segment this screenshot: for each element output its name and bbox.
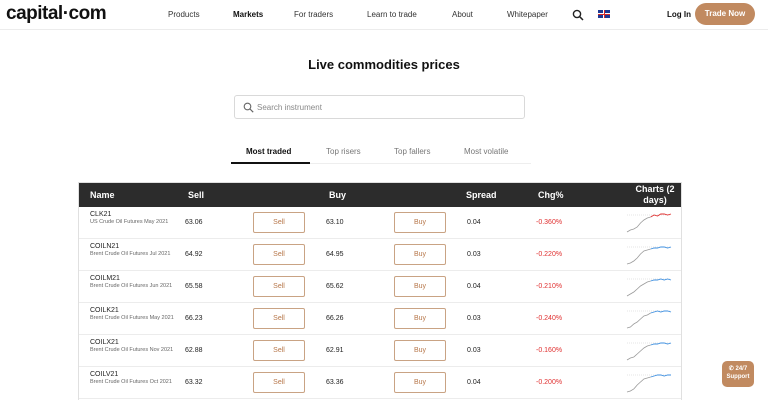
header-name[interactable]: Name — [90, 190, 115, 200]
search-box[interactable] — [234, 95, 525, 119]
top-navbar: capital·com Products Markets For traders… — [0, 0, 768, 30]
sell-price: 66.23 — [185, 315, 203, 322]
sparkline-chart — [626, 213, 672, 233]
table-row[interactable]: COILN21 Brent Crude Oil Futures Jul 2021 6… — [79, 239, 681, 271]
nav-learn-to-trade[interactable]: Learn to trade — [367, 10, 417, 19]
search-icon[interactable] — [572, 9, 584, 21]
instrument-symbol[interactable]: COILK21 — [90, 307, 119, 314]
instrument-symbol[interactable]: COILX21 — [90, 339, 119, 346]
buy-button[interactable]: Buy — [394, 212, 446, 233]
nav-products[interactable]: Products — [168, 10, 200, 19]
sell-price: 62.88 — [185, 347, 203, 354]
tab-top-fallers[interactable]: Top fallers — [394, 147, 430, 156]
change-percent: -0.220% — [536, 251, 563, 258]
buy-price: 64.95 — [326, 251, 344, 258]
buy-button[interactable]: Buy — [394, 372, 446, 393]
instrument-name: US Crude Oil Futures May 2021 — [90, 219, 169, 225]
uk-flag-icon[interactable] — [598, 10, 610, 18]
change-percent: -0.210% — [536, 283, 563, 290]
support-label: Support — [726, 374, 750, 380]
change-percent: -0.360% — [536, 219, 563, 226]
instrument-name: Brent Crude Oil Futures May 2021 — [90, 315, 174, 321]
instrument-symbol[interactable]: CLK21 — [90, 211, 111, 218]
search-input[interactable] — [257, 99, 517, 115]
sparkline-chart — [626, 278, 672, 297]
nav-for-traders[interactable]: For traders — [294, 10, 333, 19]
header-chg[interactable]: Chg% — [538, 190, 564, 200]
sparkline-chart — [626, 310, 672, 329]
header-buy[interactable]: Buy — [329, 190, 346, 200]
instrument-name: Brent Crude Oil Futures Jun 2021 — [90, 283, 173, 289]
table-row[interactable]: CLK21 US Crude Oil Futures May 2021 63.06 S… — [79, 207, 681, 239]
sell-button[interactable]: Sell — [253, 276, 305, 297]
sell-button[interactable]: Sell — [253, 372, 305, 393]
nav-about[interactable]: About — [452, 10, 473, 19]
nav-markets[interactable]: Markets — [233, 10, 263, 19]
instrument-name: Brent Crude Oil Futures Jul 2021 — [90, 251, 171, 257]
buy-price: 62.91 — [326, 347, 344, 354]
table-header: Name Sell Buy Spread Chg% Charts (2 days… — [79, 183, 681, 207]
sell-button[interactable]: Sell — [253, 212, 305, 233]
sell-button[interactable]: Sell — [253, 244, 305, 265]
sell-price: 64.92 — [185, 251, 203, 258]
sell-price: 63.06 — [185, 219, 203, 226]
table-row[interactable]: COILM21 Brent Crude Oil Futures Jun 2021 6… — [79, 271, 681, 303]
login-link[interactable]: Log In — [667, 10, 691, 19]
spread-value: 0.04 — [467, 283, 481, 290]
instrument-symbol[interactable]: COILN21 — [90, 243, 119, 250]
buy-button[interactable]: Buy — [394, 244, 446, 265]
buy-price: 63.10 — [326, 219, 344, 226]
buy-button[interactable]: Buy — [394, 276, 446, 297]
sell-price: 63.32 — [185, 379, 203, 386]
change-percent: -0.200% — [536, 379, 563, 386]
tab-most-volatile[interactable]: Most volatile — [464, 147, 508, 156]
sparkline-chart — [626, 246, 672, 265]
spread-value: 0.03 — [467, 251, 481, 258]
page-title: Live commodities prices — [308, 57, 460, 72]
instrument-name: Brent Crude Oil Futures Oct 2021 — [90, 379, 172, 385]
buy-price: 66.26 — [326, 315, 344, 322]
buy-button[interactable]: Buy — [394, 340, 446, 361]
buy-button[interactable]: Buy — [394, 308, 446, 329]
chat-icon: ✆ 24/7 — [728, 366, 748, 372]
search-icon — [243, 102, 254, 113]
header-sell[interactable]: Sell — [188, 190, 204, 200]
spread-value: 0.04 — [467, 219, 481, 226]
support-chat-button[interactable]: ✆ 24/7 Support — [722, 361, 754, 387]
sell-button[interactable]: Sell — [253, 340, 305, 361]
spread-value: 0.03 — [467, 347, 481, 354]
header-spread[interactable]: Spread — [466, 190, 497, 200]
spread-value: 0.03 — [467, 315, 481, 322]
table-row[interactable]: COILX21 Brent Crude Oil Futures Nov 2021 6… — [79, 335, 681, 367]
table-row[interactable]: COILK21 Brent Crude Oil Futures May 2021 6… — [79, 303, 681, 335]
change-percent: -0.160% — [536, 347, 563, 354]
instrument-symbol[interactable]: COILV21 — [90, 371, 118, 378]
nav-whitepaper[interactable]: Whitepaper — [507, 10, 548, 19]
instrument-symbol[interactable]: COILM21 — [90, 275, 120, 282]
tab-most-traded[interactable]: Most traded — [246, 147, 291, 156]
tab-top-risers[interactable]: Top risers — [326, 147, 361, 156]
change-percent: -0.240% — [536, 315, 563, 322]
active-tab-indicator — [231, 162, 310, 164]
spread-value: 0.04 — [467, 379, 481, 386]
sell-price: 65.58 — [185, 283, 203, 290]
sparkline-chart — [626, 374, 671, 393]
buy-price: 63.36 — [326, 379, 344, 386]
sell-button[interactable]: Sell — [253, 308, 305, 329]
header-charts: Charts (2 days) — [635, 184, 675, 205]
commodities-table: Name Sell Buy Spread Chg% Charts (2 days… — [78, 182, 682, 400]
logo[interactable]: capital·com — [6, 3, 107, 25]
trade-now-button[interactable]: Trade Now — [695, 3, 755, 25]
sparkline-chart — [626, 342, 672, 361]
buy-price: 65.62 — [326, 283, 344, 290]
table-row[interactable]: COILV21 Brent Crude Oil Futures Oct 2021 6… — [79, 367, 681, 399]
instrument-name: Brent Crude Oil Futures Nov 2021 — [90, 347, 174, 353]
